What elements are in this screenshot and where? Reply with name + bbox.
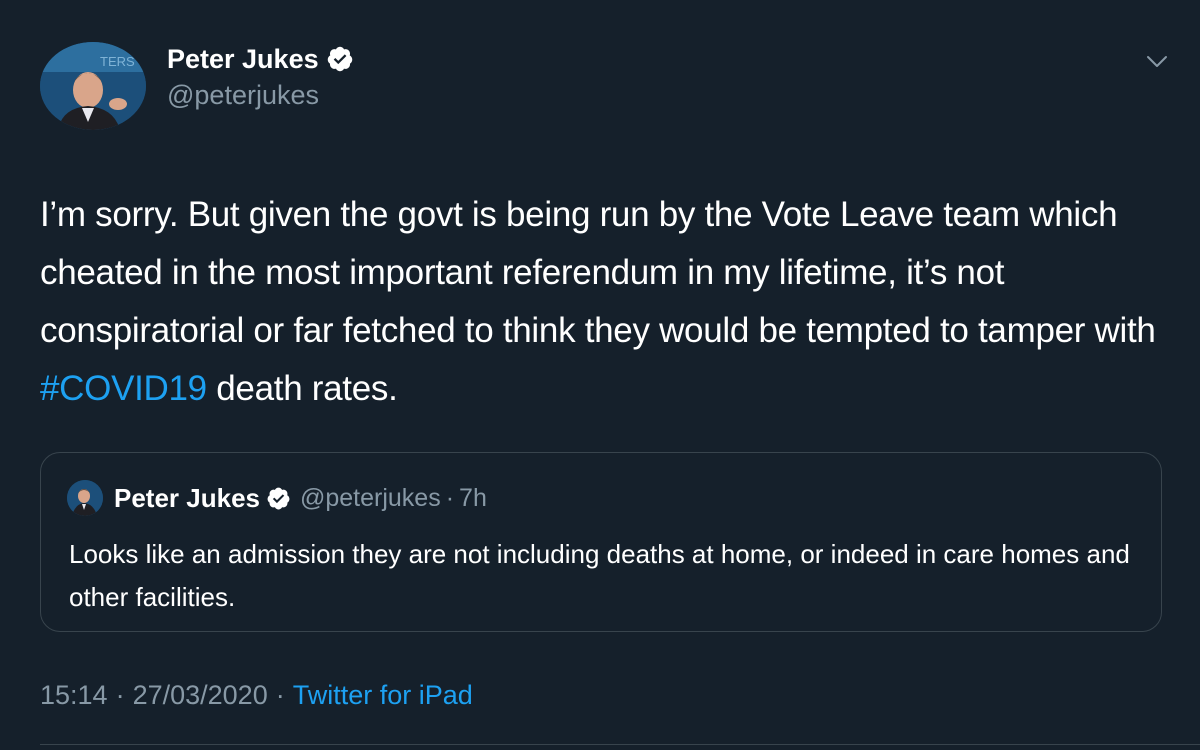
tweet-meta: 15:14 · 27/03/2020 · Twitter for iPad — [40, 680, 473, 711]
meta-separator: · — [275, 680, 285, 710]
tweet-date[interactable]: 27/03/2020 — [133, 680, 268, 711]
meta-separator: · — [115, 680, 125, 710]
quoted-tweet-header: Peter Jukes @peterjukes · 7h — [114, 482, 487, 514]
tweet-text-before: I’m sorry. But given the govt is being r… — [40, 195, 1156, 350]
quoted-timestamp: 7h — [459, 483, 487, 512]
svg-text:TERS: TERS — [100, 54, 135, 69]
tweet-text-after: death rates. — [206, 369, 398, 408]
author-handle[interactable]: @peterjukes — [167, 80, 319, 111]
hashtag-link[interactable]: #COVID19 — [40, 369, 207, 408]
quoted-tweet-card[interactable]: Peter Jukes @peterjukes · 7h Looks like … — [40, 452, 1162, 632]
tweet-text: I’m sorry. But given the govt is being r… — [40, 186, 1170, 418]
divider — [40, 744, 1200, 745]
author-name[interactable]: Peter Jukes — [167, 44, 319, 75]
quoted-author-handle: @peterjukes — [299, 483, 441, 512]
author-name-row: Peter Jukes — [167, 42, 354, 76]
quoted-tweet-text: Looks like an admission they are not inc… — [69, 539, 1130, 612]
quoted-author-avatar — [67, 480, 103, 516]
tweet-source-link[interactable]: Twitter for iPad — [293, 680, 473, 711]
author-avatar[interactable]: TERS — [40, 42, 146, 130]
verified-badge-icon — [327, 46, 352, 72]
tweet-time[interactable]: 15:14 — [40, 680, 108, 711]
chevron-down-icon[interactable] — [1140, 45, 1174, 79]
verified-badge-icon — [267, 487, 290, 509]
quoted-author-name: Peter Jukes — [114, 482, 260, 513]
quoted-separator: · — [445, 483, 455, 512]
